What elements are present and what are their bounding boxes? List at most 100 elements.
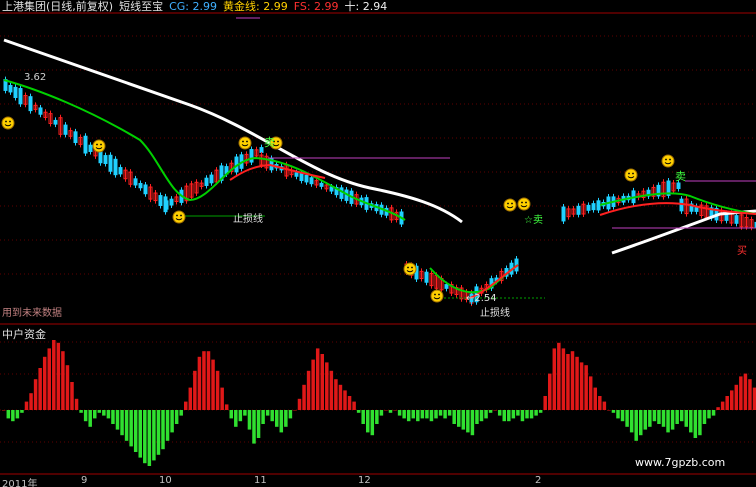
histogram-bar [102,410,106,416]
histogram-bar [388,410,393,413]
histogram-bar [488,410,493,413]
histogram-bar [106,410,111,419]
histogram-bar [6,410,11,419]
histogram-bar [461,410,466,430]
buy-label: 买 [737,246,747,257]
histogram-bar [220,387,224,410]
histogram-bar [356,410,361,413]
histogram-bar [511,410,516,419]
histogram-bar [543,396,547,410]
histogram-bar [42,356,47,410]
histogram-bar [115,410,120,430]
smiley-icon [1,116,15,130]
histogram-bar [616,410,620,419]
histogram-bar [211,359,215,410]
histogram-bar [516,410,520,416]
histogram-bar [497,410,502,416]
histogram-bar [261,410,265,424]
smiley-eye [628,172,630,175]
candle-body [103,155,108,164]
smiley-icon [172,210,186,224]
candle-body [304,174,309,183]
candle-body [38,107,43,115]
histogram-bar [397,410,402,416]
histogram-bar [52,340,56,410]
histogram-bar [279,410,284,433]
histogram-bar [670,410,675,430]
histogram-bar [234,410,238,427]
candle-body [576,205,581,215]
histogram-bar [675,410,679,424]
candle-body [169,198,174,206]
histogram-bar [457,410,461,427]
smiley-icon [238,136,252,150]
future-data-label: 用到未来数据 [2,308,62,319]
gold-line-value: 黄金线: 2.99 [223,0,288,13]
histogram-bar [188,387,193,410]
histogram-bar [561,348,566,410]
histogram-bar [493,410,497,411]
histogram-bar [379,410,384,416]
candle-body [113,158,118,176]
histogram-bar [730,390,734,410]
histogram-bar [538,410,543,413]
histogram-bar [466,410,470,433]
histogram-bar [120,410,124,436]
histogram-bar [174,410,179,424]
smiley-eye [176,214,178,217]
lower-panel-title: 中户资金 [2,328,46,341]
histogram-bar [648,410,652,427]
histogram-bar [579,362,584,410]
smiley-eye [669,158,671,161]
histogram-bar [657,410,661,424]
histogram-bar [552,348,557,410]
histogram-bar [625,410,629,427]
histogram-bar [607,410,611,411]
stop-loss-label-2: 止损线 [480,308,510,319]
candle-body [249,149,254,163]
smiley-icon [92,139,106,153]
histogram-bar [297,398,302,410]
smiley-eye [411,266,413,269]
smiley-eye [180,214,182,217]
histogram-bar [393,410,397,411]
histogram-bar [61,351,65,410]
candle-body [8,85,13,93]
candle-body [158,195,163,206]
histogram-bar [620,410,625,422]
histogram-bar [288,410,293,419]
histogram-bar [334,379,338,410]
histogram-bar [748,379,752,410]
histogram-bar [470,410,475,436]
histogram-bar [725,396,729,410]
histogram-bar [652,410,657,422]
stop-loss-arrow-label: ←2.54 [466,293,497,304]
smiley-eye [246,140,248,143]
candle-body [591,203,596,211]
candle-body [596,200,601,211]
histogram-bar [152,410,156,461]
candle-body [424,271,429,283]
histogram-bar [93,410,97,419]
histogram-bar [33,379,38,410]
smiley-icon [403,262,417,276]
histogram-bar [452,410,456,424]
candle-body [259,147,264,153]
smiley-icon [661,154,675,168]
smiley-eye [100,143,102,146]
candle-body [734,215,739,224]
histogram-bar [320,354,324,410]
histogram-bar [570,351,575,410]
smiley-eye [242,140,244,143]
histogram-bar [443,410,447,419]
histogram-bar [420,410,425,419]
price-mark-label: 3.62 [24,72,47,83]
histogram-bar [265,410,270,416]
histogram-bar [525,410,529,419]
smiley-icon [517,197,531,211]
smiley-eye [9,120,11,123]
histogram-bar [734,384,739,410]
histogram-bar [97,410,102,413]
histogram-bar [56,342,61,410]
histogram-bar [143,410,147,464]
